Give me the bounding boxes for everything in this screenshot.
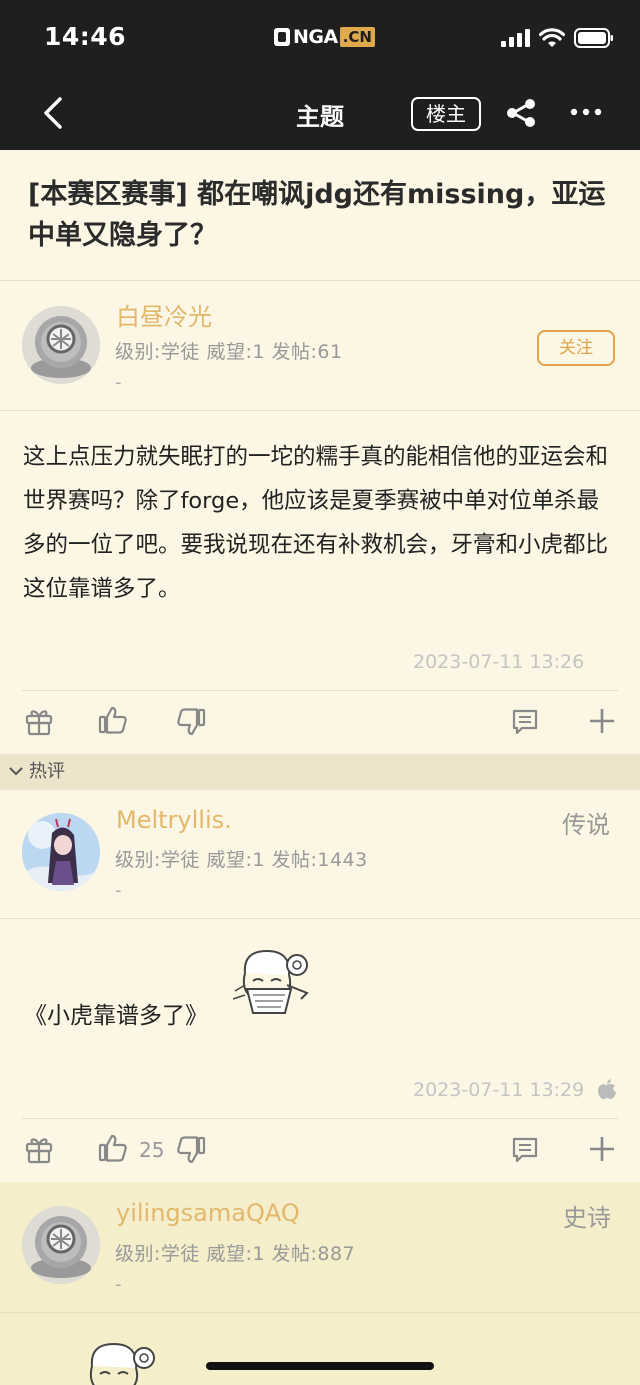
post-actions: [0, 692, 640, 752]
author-info: 级别:学徒 威望:1 发帖:1443: [115, 849, 368, 871]
apple-icon: [598, 1079, 616, 1100]
divider: [0, 280, 640, 281]
hot-replies-header[interactable]: 热评: [0, 754, 640, 790]
author-extra: -: [115, 372, 122, 393]
home-indicator[interactable]: [206, 1362, 434, 1370]
reply-date: 2023-07-11 13:29: [413, 1079, 585, 1101]
post-title: [本赛区赛事] 都在嘲讽jdg还有missing，亚运中单又隐身了？: [28, 179, 606, 251]
thumbs-down-icon[interactable]: [176, 1135, 206, 1165]
top-bar: 14:46 NGA .CN 主题 楼主: [0, 0, 640, 150]
avatar[interactable]: [22, 1206, 100, 1284]
divider: [22, 690, 618, 691]
status-time: 14:46: [44, 22, 127, 51]
divider: [0, 1312, 640, 1313]
divider: [0, 918, 640, 919]
share-icon[interactable]: [505, 97, 537, 129]
op-only-button[interactable]: 楼主: [411, 97, 481, 131]
author-name[interactable]: Meltryllis.: [116, 806, 232, 834]
anime-avatar-icon: [22, 813, 100, 891]
more-icon[interactable]: [570, 106, 602, 118]
gift-icon[interactable]: [24, 706, 54, 736]
default-avatar-icon: [22, 306, 100, 384]
post-date: 2023-07-11 13:26: [413, 651, 585, 673]
author-name[interactable]: yilingsamaQAQ: [116, 1199, 300, 1227]
page-title: 主题: [296, 103, 344, 131]
divider: [22, 1118, 618, 1119]
user-rank: 史诗: [563, 1204, 611, 1232]
sticker-image: [232, 949, 309, 1014]
thumbs-down-icon[interactable]: [176, 707, 206, 737]
nga-logo: NGA .CN: [274, 25, 375, 49]
follow-button[interactable]: 关注: [537, 330, 615, 366]
logo-text: NGA: [293, 26, 338, 48]
signal-icon: [501, 29, 530, 47]
divider: [0, 410, 640, 411]
comment-icon[interactable]: [510, 707, 540, 737]
gift-icon[interactable]: [24, 1134, 54, 1164]
default-avatar-icon: [22, 1206, 100, 1284]
nga-logo-mark: [274, 28, 290, 46]
comment-icon[interactable]: [510, 1135, 540, 1165]
reply-actions: 25: [0, 1120, 640, 1180]
logo-cn-text: .CN: [339, 27, 375, 47]
post-content: 这上点压力就失眠打的一坨的糯手真的能相信他的亚运会和世界赛吗？除了forge，他…: [23, 444, 609, 602]
author-info: 级别:学徒 威望:1 发帖:61: [115, 341, 343, 363]
author-info: 级别:学徒 威望:1 发帖:887: [115, 1243, 356, 1265]
wifi-icon: [539, 28, 565, 47]
thumbs-up-icon[interactable]: [98, 705, 128, 735]
author-name[interactable]: 白昼冷光: [116, 297, 212, 332]
hot-replies-label: 热评: [29, 761, 65, 782]
reply-content: 《小虎靠谱多了》: [24, 1003, 208, 1029]
user-rank: 传说: [562, 811, 610, 839]
plus-icon[interactable]: [587, 1134, 617, 1164]
sticker-image: [89, 1342, 155, 1385]
author-extra: -: [115, 1274, 122, 1295]
chevron-down-icon: [9, 767, 23, 776]
like-count: 25: [139, 1138, 165, 1162]
reply-card: yilingsamaQAQ 史诗 级别:学徒 威望:1 发帖:887 -: [0, 1182, 640, 1385]
battery-icon: [574, 28, 613, 48]
author-extra: -: [115, 880, 122, 901]
avatar[interactable]: [22, 813, 100, 891]
avatar[interactable]: [22, 306, 100, 384]
plus-icon[interactable]: [587, 706, 617, 736]
thumbs-up-icon[interactable]: [98, 1133, 128, 1163]
